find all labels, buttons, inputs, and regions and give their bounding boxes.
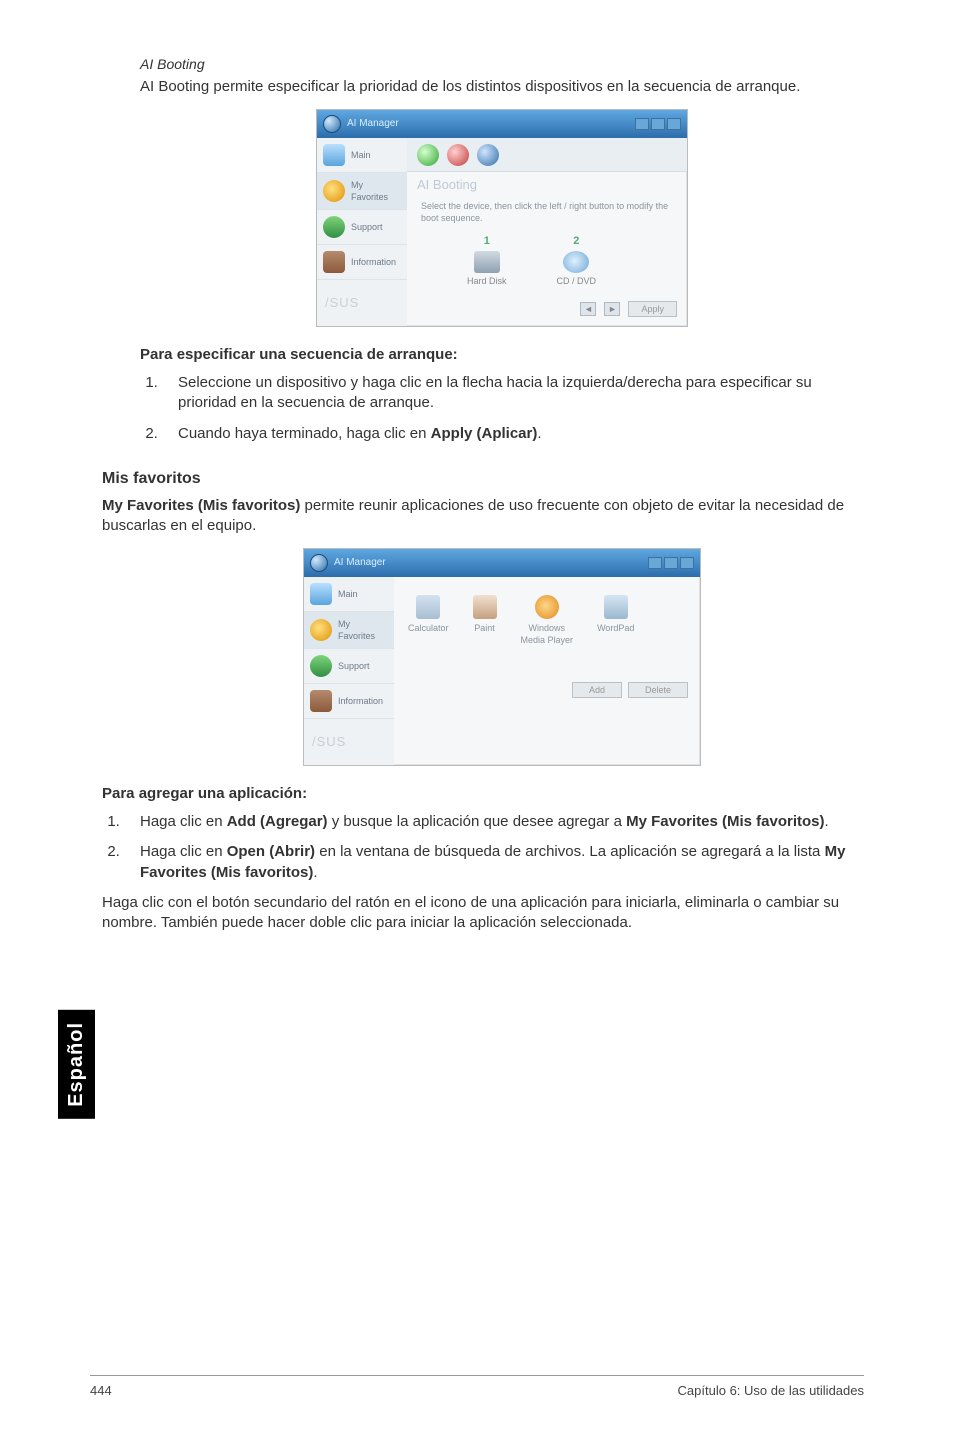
apply-button[interactable]: Apply [628,301,677,317]
app-orb-icon [323,115,341,133]
add-app-heading: Para agregar una aplicación: [102,784,864,804]
ai-booting-heading: AI Booting [140,55,864,74]
windows-media-player-icon [535,595,559,619]
boot-device-2[interactable]: 2 CD / DVD [557,234,597,287]
my-favorites-intro: My Favorites (Mis favoritos) permite reu… [102,496,864,537]
sidebar-label: Information [338,695,383,707]
brand-logo: /SUS [317,280,407,326]
sidebar-item-information[interactable]: Information [317,245,407,280]
titlebar: AI Manager [317,110,687,138]
favorite-label: Paint [473,622,497,634]
panel-title: AI Booting [407,172,687,198]
closing-paragraph: Haga clic con el botón secundario del ra… [102,893,864,934]
tool-icon-2[interactable] [447,144,469,166]
my-favorites-heading: Mis favoritos [102,468,864,490]
favorite-label: Calculator [408,622,449,634]
sidebar-item-support[interactable]: Support [304,649,394,684]
support-icon [310,655,332,677]
ai-booting-intro: AI Booting permite especificar la priori… [140,77,864,97]
sidebar-label: Support [351,221,383,233]
information-icon [310,690,332,712]
add-button[interactable]: Add [572,682,622,698]
favorites-icon [310,619,332,641]
sidebar-item-favorites[interactable]: My Favorites [304,612,394,649]
boot-order-number: 2 [557,234,597,249]
boot-device-label: Hard Disk [467,275,507,287]
toolbar [407,138,687,172]
page-number: 444 [90,1382,112,1400]
cd-dvd-icon [563,251,589,273]
chapter-label: Capítulo 6: Uso de las utilidades [678,1382,864,1400]
tool-icon-1[interactable] [417,144,439,166]
ai-manager-window-booting: AI Manager Main My [316,109,688,327]
sidebar-label: Information [351,256,396,268]
close-icon[interactable] [680,557,694,569]
hard-disk-icon [474,251,500,273]
wordpad-icon [604,595,628,619]
favorite-label: WordPad [597,622,634,634]
favorite-app-paint[interactable]: Paint [473,595,497,646]
window-controls[interactable] [648,557,694,569]
favorite-app-calculator[interactable]: Calculator [408,595,449,646]
sidebar-label: My Favorites [338,618,375,642]
panel-hint: Select the device, then click the left /… [407,198,687,230]
boot-device-1[interactable]: 1 Hard Disk [467,234,507,287]
add-app-step-1: Haga clic en Add (Agregar) y busque la a… [124,812,864,832]
sidebar-item-favorites[interactable]: My Favorites [317,173,407,210]
main-icon [310,583,332,605]
close-icon[interactable] [667,118,681,130]
boot-move-left-button[interactable]: ◄ [580,302,596,316]
information-icon [323,251,345,273]
tool-icon-3[interactable] [477,144,499,166]
favorite-app-wmp[interactable]: Windows Media Player [521,595,574,646]
app-orb-icon [310,554,328,572]
sidebar-label: Main [338,588,358,600]
window-title: AI Manager [334,556,386,570]
support-icon [323,216,345,238]
paint-icon [473,595,497,619]
minimize-icon[interactable] [635,118,649,130]
main-icon [323,144,345,166]
boot-device-label: CD / DVD [557,275,597,287]
favorite-label: Windows Media Player [521,622,574,646]
sidebar-item-support[interactable]: Support [317,210,407,245]
page-footer: 444 Capítulo 6: Uso de las utilidades [90,1375,864,1400]
boot-steps-heading: Para especificar una secuencia de arranq… [140,345,864,365]
maximize-icon[interactable] [651,118,665,130]
maximize-icon[interactable] [664,557,678,569]
boot-move-right-button[interactable]: ► [604,302,620,316]
add-app-step-2: Haga clic en Open (Abrir) en la ventana … [124,842,864,883]
language-tab: Español [58,1010,95,1119]
delete-button[interactable]: Delete [628,682,688,698]
sidebar-item-information[interactable]: Information [304,684,394,719]
favorite-app-wordpad[interactable]: WordPad [597,595,634,646]
favorites-icon [323,180,345,202]
boot-step-2: Cuando haya terminado, haga clic en Appl… [162,424,864,444]
window-controls[interactable] [635,118,681,130]
boot-order-number: 1 [467,234,507,249]
sidebar-label: Main [351,149,371,161]
ai-manager-window-favorites: AI Manager Main My [303,548,701,766]
sidebar-item-main[interactable]: Main [317,138,407,173]
titlebar: AI Manager [304,549,700,577]
minimize-icon[interactable] [648,557,662,569]
sidebar-label: Support [338,660,370,672]
sidebar-label: My Favorites [351,179,388,203]
sidebar-item-main[interactable]: Main [304,577,394,612]
window-title: AI Manager [347,117,399,131]
calculator-icon [416,595,440,619]
brand-logo: /SUS [304,719,394,765]
boot-step-1: Seleccione un dispositivo y haga clic en… [162,373,864,414]
